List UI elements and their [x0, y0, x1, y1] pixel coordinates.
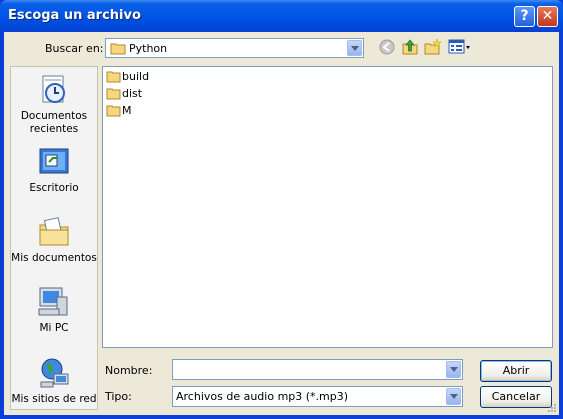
lookin-combo[interactable]: Python — [105, 38, 364, 58]
folder-icon — [106, 105, 121, 117]
my-computer-icon — [38, 287, 68, 316]
title-bar[interactable]: Escoga un archivo ? ✕ — [0, 0, 563, 32]
close-button[interactable]: ✕ — [537, 6, 558, 27]
recent-documents-icon — [42, 75, 65, 103]
filetype-label: Tipo: — [105, 390, 132, 403]
place-recent-documents[interactable]: Documentos recientes — [11, 73, 97, 136]
chevron-down-icon[interactable] — [446, 361, 461, 378]
filename-label: Nombre: — [105, 364, 153, 377]
place-label: Mi PC — [39, 322, 69, 334]
view-menu-icon[interactable] — [448, 38, 472, 56]
lookin-label: Buscar en: — [45, 42, 104, 55]
chevron-down-icon[interactable] — [347, 40, 362, 56]
place-network-places[interactable]: Mis sitios de red — [11, 356, 97, 406]
desktop-icon — [39, 148, 69, 174]
filetype-value: Archivos de audio mp3 (*.mp3) — [176, 390, 349, 403]
cancel-button[interactable]: Cancelar — [480, 386, 552, 408]
open-button[interactable]: Abrir — [480, 360, 552, 382]
dialog-body: Buscar en: Python Documentos recientes E… — [4, 32, 559, 415]
place-label: Documentos recientes — [20, 110, 88, 135]
place-label: Escritorio — [29, 182, 79, 194]
filename-field[interactable] — [172, 359, 463, 380]
place-label: Mis sitios de red — [11, 393, 97, 405]
back-icon[interactable] — [378, 38, 396, 56]
help-button[interactable]: ? — [514, 6, 535, 27]
file-dialog: Escoga un archivo ? ✕ Buscar en: Python — [0, 0, 563, 419]
place-label: Mis documentos — [11, 252, 97, 264]
file-name: M — [122, 104, 132, 117]
lookin-value: Python — [129, 42, 168, 55]
new-folder-icon[interactable] — [424, 38, 442, 56]
file-list[interactable]: build dist M — [102, 66, 553, 348]
folder-icon — [106, 71, 121, 83]
place-my-computer[interactable]: Mi PC — [11, 285, 97, 335]
place-my-documents[interactable]: Mis documentos — [11, 215, 97, 265]
filetype-combo[interactable]: Archivos de audio mp3 (*.mp3) — [172, 386, 463, 407]
my-documents-icon — [39, 217, 69, 246]
folder-icon — [106, 88, 121, 100]
window-title: Escoga un archivo — [8, 8, 141, 23]
network-places-icon — [40, 358, 69, 388]
file-name: dist — [122, 87, 143, 100]
up-folder-icon[interactable] — [401, 38, 419, 56]
folder-icon — [110, 43, 126, 55]
chevron-down-icon[interactable] — [446, 388, 461, 405]
resize-grip-icon[interactable] — [547, 403, 557, 413]
place-desktop[interactable]: Escritorio — [11, 145, 97, 195]
places-bar: Documentos recientes Escritorio Mis docu… — [10, 66, 98, 410]
file-name: build — [122, 70, 150, 83]
